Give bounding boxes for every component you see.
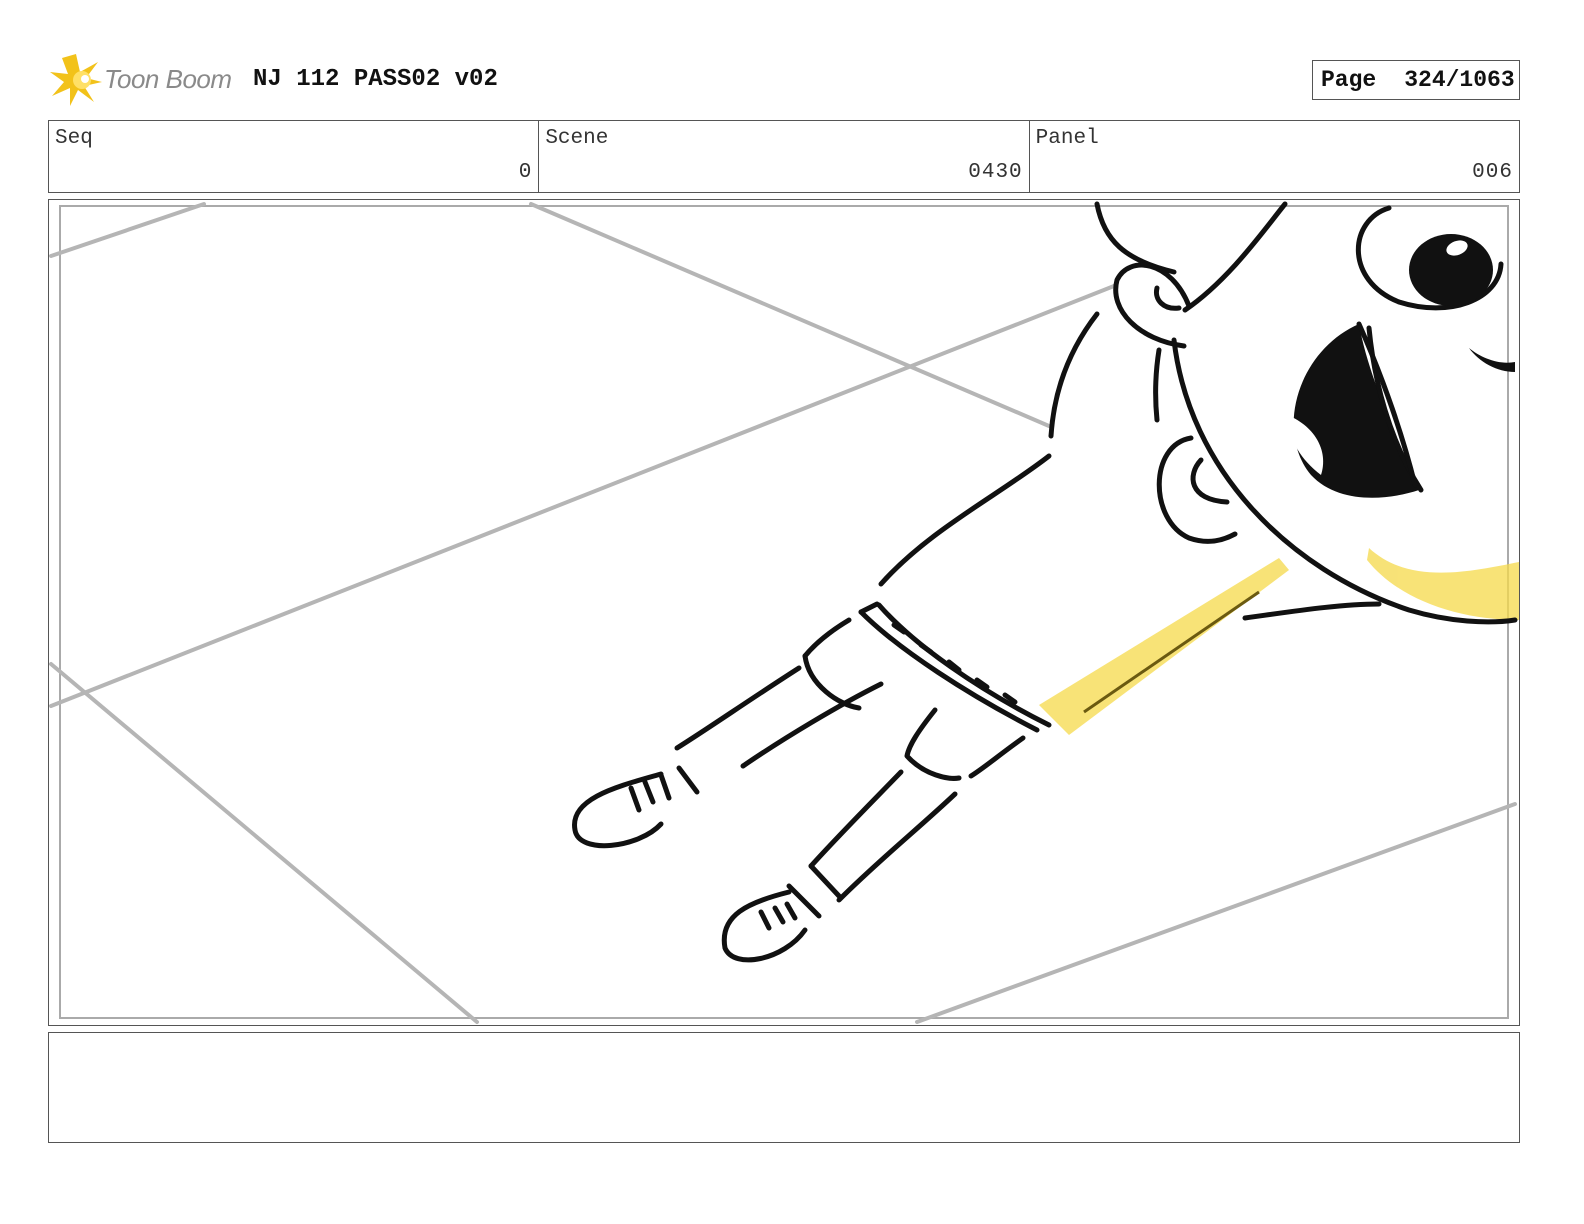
logo-text: Toon Boom — [104, 64, 232, 94]
character-lineart — [572, 201, 1518, 963]
seq-label: Seq — [55, 127, 93, 150]
yellow-highlights — [1039, 548, 1519, 735]
panel-label: Panel — [1035, 127, 1099, 150]
panel-notes-box — [48, 1032, 1520, 1143]
storyboard-panel — [48, 199, 1520, 1026]
shadow-stroke — [1083, 590, 1260, 714]
seq-cell: Seq 0 — [49, 121, 540, 192]
document-title: NJ 112 PASS02 v02 — [253, 66, 498, 93]
page-label: Page — [1321, 67, 1377, 93]
scene-cell: Scene 0430 — [539, 121, 1030, 192]
panel-cell: Panel 006 — [1030, 121, 1519, 192]
panel-value: 006 — [1472, 161, 1513, 184]
panel-drawing — [49, 201, 1519, 1024]
toon-boom-logo: Toon Boom — [48, 52, 238, 108]
scene-value: 0430 — [968, 161, 1023, 184]
panel-info-row: Seq 0 Scene 0430 Panel 006 — [48, 120, 1520, 193]
character-fills — [1285, 234, 1515, 498]
seq-value: 0 — [518, 161, 533, 184]
page-number: 324/1063 — [1404, 67, 1515, 93]
scene-label: Scene — [545, 127, 609, 150]
page-header: Toon Boom NJ 112 PASS02 v02 Page 324/106… — [48, 52, 1520, 108]
mouth — [1293, 324, 1419, 498]
page-indicator: Page 324/1063 — [1312, 60, 1520, 100]
toon-boom-star-icon — [50, 54, 102, 106]
